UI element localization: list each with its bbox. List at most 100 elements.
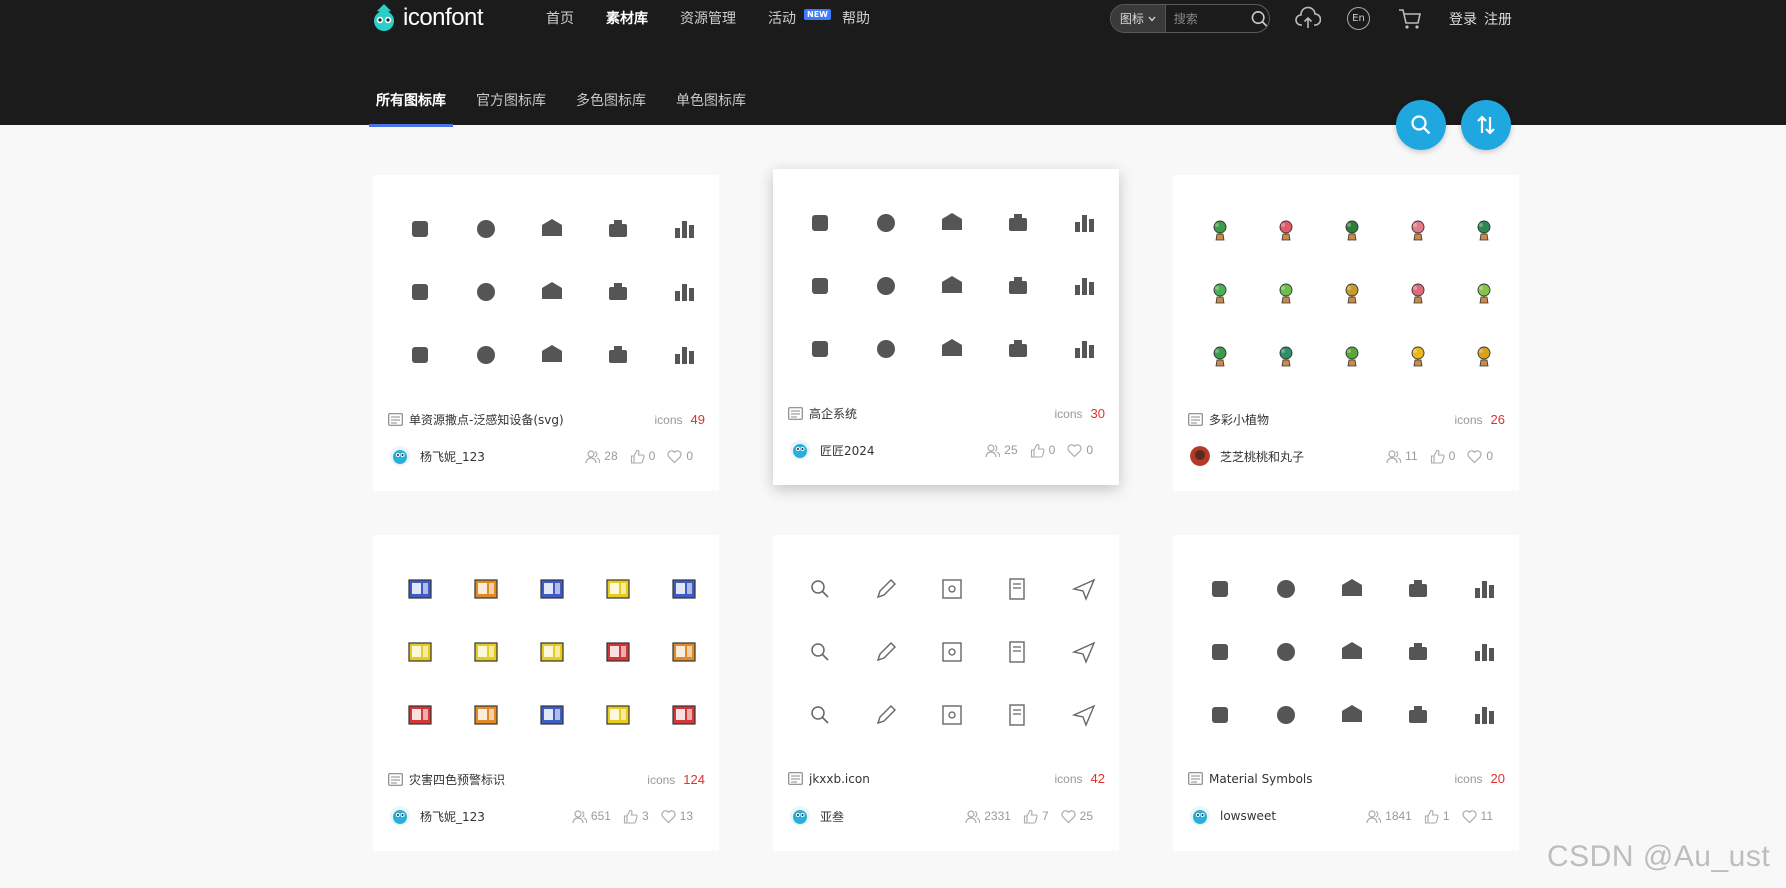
favorites-stat[interactable]: 0 [1467, 449, 1493, 464]
library-title[interactable]: 多彩小植物 [1209, 411, 1455, 428]
icon-preview[interactable] [787, 683, 853, 746]
icon-preview[interactable] [453, 683, 519, 746]
icon-preview[interactable] [787, 317, 853, 380]
icon-preview[interactable] [1187, 620, 1253, 683]
icon-preview[interactable] [985, 254, 1051, 317]
favorites-stat[interactable]: 11 [1461, 809, 1493, 824]
icon-preview[interactable] [519, 260, 585, 323]
favorites-stat[interactable]: 13 [661, 809, 693, 824]
icon-preview[interactable] [919, 191, 985, 254]
icon-preview[interactable] [387, 683, 453, 746]
icon-preview[interactable] [1051, 254, 1117, 317]
upload-icon[interactable] [1295, 6, 1321, 32]
cart-icon[interactable] [1397, 6, 1423, 32]
library-title[interactable]: jkxxb.icon [809, 772, 1055, 786]
icon-preview[interactable] [985, 683, 1051, 746]
icon-preview[interactable] [1319, 260, 1385, 323]
icon-preview[interactable] [519, 197, 585, 260]
icon-preview[interactable] [387, 260, 453, 323]
icon-preview[interactable] [519, 683, 585, 746]
favorites-stat[interactable]: 0 [1067, 443, 1093, 458]
nav-item-help[interactable]: 帮助 [842, 8, 870, 28]
author-name[interactable]: lowsweet [1220, 809, 1354, 823]
icon-preview[interactable] [1187, 197, 1253, 260]
likes-stat[interactable]: 0 [1030, 443, 1055, 458]
avatar[interactable] [790, 440, 810, 460]
favorites-stat[interactable]: 25 [1061, 809, 1093, 824]
author-name[interactable]: 杨飞妮_123 [420, 808, 560, 825]
icon-preview[interactable] [387, 197, 453, 260]
author-name[interactable]: 芝芝桃桃和丸子 [1220, 448, 1374, 465]
likes-stat[interactable]: 3 [623, 809, 649, 824]
icon-preview[interactable] [1187, 260, 1253, 323]
search-icon[interactable] [1250, 9, 1269, 29]
icon-preview[interactable] [651, 683, 717, 746]
icon-preview[interactable] [919, 620, 985, 683]
nav-item-resources[interactable]: 资源管理 [680, 8, 736, 28]
icon-library-card[interactable]: 单资源撒点-泛感知设备(svg) icons 49 杨飞妮_123 28 0 0 [373, 175, 719, 491]
tab-single-color-libraries[interactable]: 单色图标库 [676, 90, 746, 126]
nav-item-activity[interactable]: 活动 NEW [768, 8, 831, 28]
tab-multicolor-libraries[interactable]: 多色图标库 [576, 90, 646, 126]
icon-preview[interactable] [853, 683, 919, 746]
library-title[interactable]: 灾害四色预警标识 [409, 771, 647, 788]
icon-preview[interactable] [853, 254, 919, 317]
icon-preview[interactable] [1451, 323, 1517, 386]
icon-preview[interactable] [1187, 557, 1253, 620]
likes-stat[interactable]: 1 [1424, 809, 1450, 824]
avatar[interactable] [1190, 806, 1210, 826]
language-button[interactable]: En [1347, 7, 1370, 30]
icon-preview[interactable] [853, 317, 919, 380]
icon-preview[interactable] [585, 323, 651, 386]
icon-preview[interactable] [585, 683, 651, 746]
library-title[interactable]: 单资源撒点-泛感知设备(svg) [409, 411, 655, 428]
icon-preview[interactable] [985, 191, 1051, 254]
icon-preview[interactable] [853, 620, 919, 683]
icon-preview[interactable] [585, 260, 651, 323]
icon-preview[interactable] [919, 317, 985, 380]
likes-stat[interactable]: 7 [1023, 809, 1049, 824]
icon-preview[interactable] [1319, 557, 1385, 620]
author-name[interactable]: 匠匠2024 [820, 442, 973, 459]
icon-preview[interactable] [651, 557, 717, 620]
icon-preview[interactable] [1253, 197, 1319, 260]
icon-preview[interactable] [985, 557, 1051, 620]
icon-preview[interactable] [787, 557, 853, 620]
icon-preview[interactable] [985, 317, 1051, 380]
icon-preview[interactable] [1187, 683, 1253, 746]
search-input[interactable] [1173, 11, 1248, 26]
icon-preview[interactable] [453, 260, 519, 323]
icon-preview[interactable] [1319, 683, 1385, 746]
tab-all-libraries[interactable]: 所有图标库 [369, 90, 453, 127]
icon-preview[interactable] [1385, 620, 1451, 683]
icon-preview[interactable] [1253, 557, 1319, 620]
icon-preview[interactable] [919, 557, 985, 620]
logo[interactable]: iconfont [369, 2, 484, 34]
author-name[interactable]: 杨飞妮_123 [420, 448, 573, 465]
icon-preview[interactable] [919, 254, 985, 317]
icon-preview[interactable] [453, 620, 519, 683]
icon-preview[interactable] [853, 191, 919, 254]
icon-preview[interactable] [853, 557, 919, 620]
avatar[interactable] [390, 806, 410, 826]
nav-item-library[interactable]: 素材库 [606, 8, 648, 28]
library-title[interactable]: Material Symbols [1209, 772, 1455, 786]
icon-preview[interactable] [1385, 260, 1451, 323]
icon-preview[interactable] [1253, 260, 1319, 323]
icon-preview[interactable] [1451, 260, 1517, 323]
icon-preview[interactable] [387, 557, 453, 620]
icon-preview[interactable] [453, 197, 519, 260]
icon-preview[interactable] [1319, 197, 1385, 260]
avatar[interactable] [390, 446, 410, 466]
likes-stat[interactable]: 0 [630, 449, 655, 464]
icon-preview[interactable] [1319, 323, 1385, 386]
icon-preview[interactable] [1385, 683, 1451, 746]
favorites-stat[interactable]: 0 [667, 449, 693, 464]
icon-preview[interactable] [1451, 197, 1517, 260]
icon-preview[interactable] [1187, 323, 1253, 386]
icon-preview[interactable] [519, 323, 585, 386]
library-title[interactable]: 高企系统 [809, 405, 1055, 422]
icon-preview[interactable] [1051, 620, 1117, 683]
search-type-select[interactable]: 图标 [1111, 5, 1166, 32]
icon-preview[interactable] [519, 557, 585, 620]
